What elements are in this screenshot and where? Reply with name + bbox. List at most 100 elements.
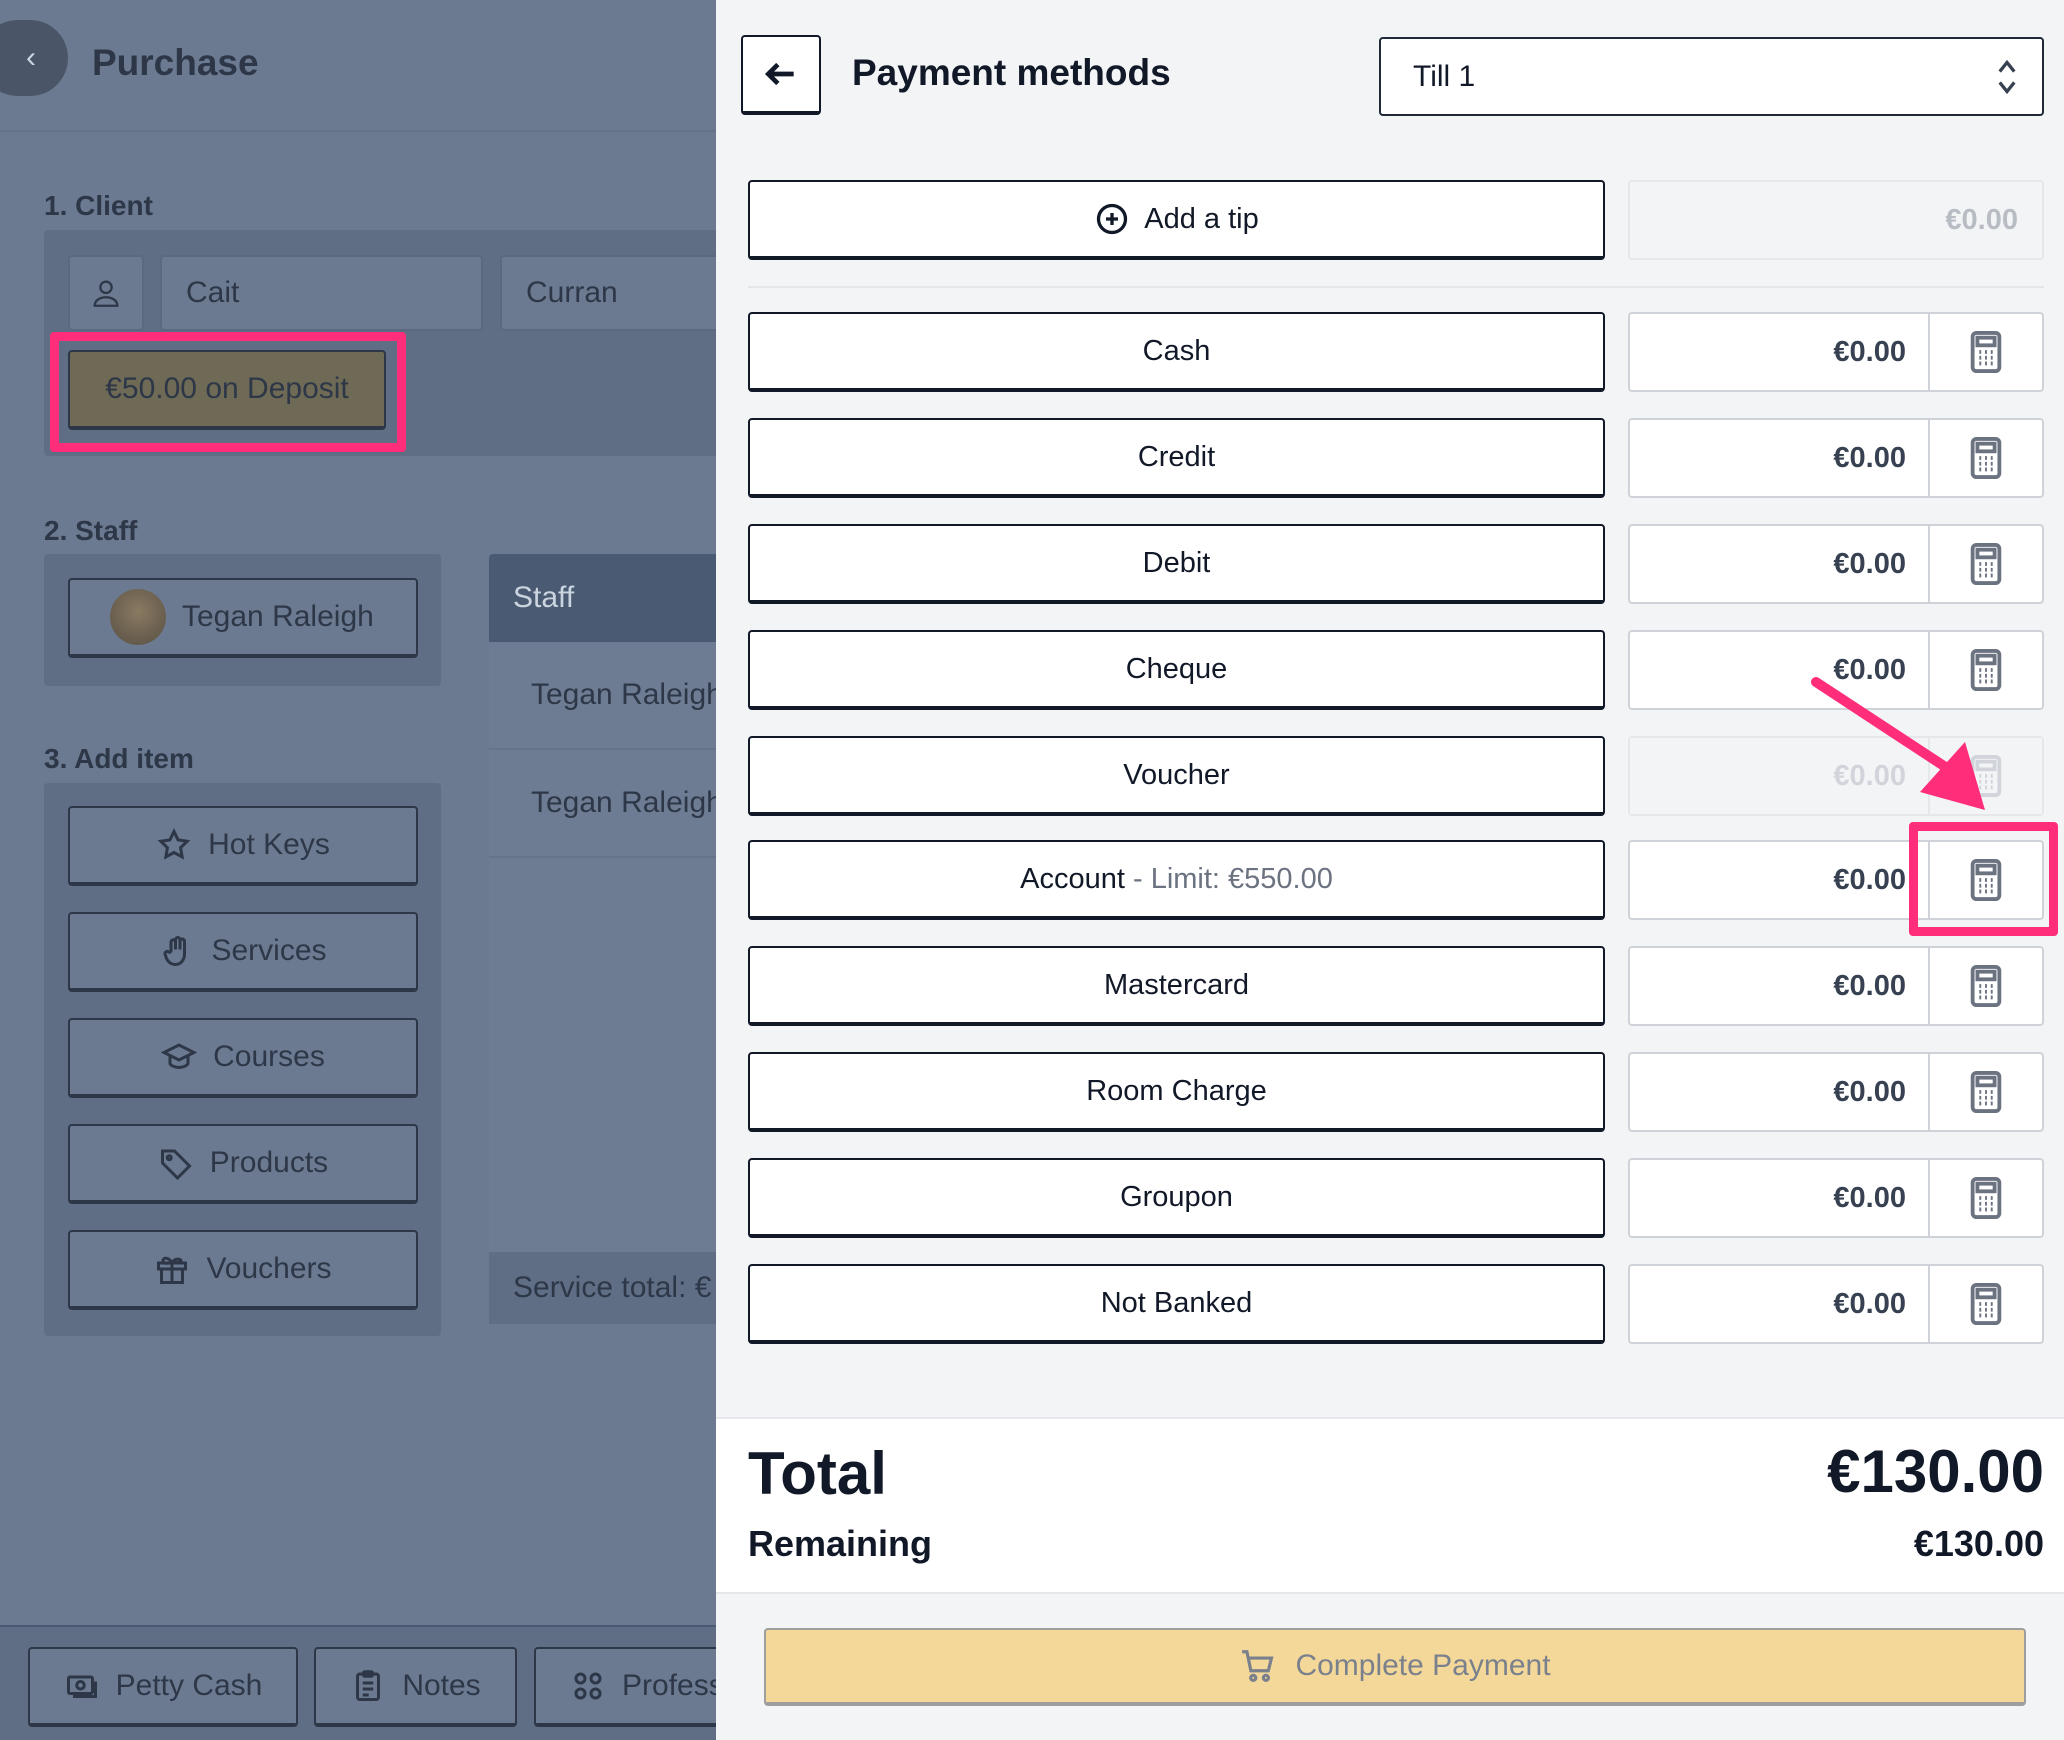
courses-label: Courses <box>213 1040 325 1073</box>
petty-cash-button[interactable]: Petty Cash <box>28 1647 298 1727</box>
cash-icon <box>66 1675 97 1698</box>
totals-section: Total €130.00 Remaining €130.00 <box>716 1417 2064 1594</box>
amount-input[interactable]: €0.00 <box>1630 314 1930 390</box>
calculator-icon <box>1970 331 2002 373</box>
remaining-label: Remaining <box>748 1523 933 1564</box>
purchase-title: Purchase <box>92 42 259 83</box>
notes-button[interactable]: Notes <box>314 1647 517 1727</box>
client-last-name[interactable]: Curran <box>500 255 716 331</box>
amount-input[interactable]: €0.00 <box>1630 1054 1930 1130</box>
products-button[interactable]: Products <box>68 1124 418 1204</box>
payment-method-mastercard-button[interactable]: Mastercard <box>748 946 1605 1026</box>
products-label: Products <box>209 1146 329 1179</box>
payment-method-debit-button[interactable]: Debit <box>748 524 1605 604</box>
calculator-highlight <box>1909 822 2058 936</box>
service-total: Service total: € <box>489 1252 716 1324</box>
deposit-highlight <box>50 332 406 452</box>
chevron-left-icon: ‹ <box>26 41 36 74</box>
payment-methods-panel: Payment methods Till 1 Add a tip €0.00 C… <box>716 0 2064 1740</box>
calculator-button[interactable] <box>1928 948 2042 1024</box>
calculator-button[interactable] <box>1928 526 2042 602</box>
calculator-icon <box>1970 437 2002 479</box>
payment-method-room-charge-button[interactable]: Room Charge <box>748 1052 1605 1132</box>
till-select[interactable]: Till 1 <box>1379 37 2044 116</box>
clipboard-icon <box>356 1670 381 1701</box>
gift-icon <box>157 1256 188 1284</box>
hand-icon <box>163 936 187 967</box>
payment-method-account-button[interactable]: Account - Limit: €550.00 <box>748 840 1605 920</box>
calculator-button[interactable] <box>1928 420 2042 496</box>
complete-payment-button[interactable]: Complete Payment <box>764 1628 2026 1706</box>
payment-method-label: Credit <box>1137 440 1216 473</box>
annotation-arrow-icon <box>1811 677 1985 810</box>
payment-amount-groupon[interactable]: €0.00 <box>1628 1158 2044 1238</box>
payment-method-credit-button[interactable]: Credit <box>748 418 1605 498</box>
account-separator: - <box>1124 862 1151 895</box>
calculator-icon <box>1970 965 2002 1007</box>
amount-input[interactable]: €0.00 <box>1630 948 1930 1024</box>
professional-button[interactable]: Profess <box>534 1647 716 1727</box>
services-label: Services <box>211 934 327 967</box>
payment-method-voucher-button[interactable]: Voucher <box>748 736 1605 816</box>
amount-input[interactable]: €0.00 <box>1630 1266 1930 1342</box>
amount-input[interactable]: €0.00 <box>1630 526 1930 602</box>
tag-icon <box>160 1149 192 1181</box>
purchase-footer: Petty Cash Notes Profess <box>0 1625 716 1740</box>
staff-selected-button[interactable]: Tegan Raleigh <box>68 578 418 658</box>
graduation-cap-icon <box>161 1043 198 1070</box>
payment-method-cheque-button[interactable]: Cheque <box>748 630 1605 710</box>
amount-input[interactable]: €0.00 <box>1630 420 1930 496</box>
client-first-name[interactable]: Cait <box>160 255 483 331</box>
payment-amount-room-charge[interactable]: €0.00 <box>1628 1052 2044 1132</box>
cart-icon <box>1242 1650 1274 1682</box>
calculator-icon <box>1970 543 2002 585</box>
add-tip-label: Add a tip <box>1144 202 1259 235</box>
vouchers-label: Vouchers <box>206 1252 332 1285</box>
staff-table: Staff Tegan Raleigh Tegan Raleigh Servic… <box>489 554 716 1324</box>
hot-keys-label: Hot Keys <box>208 828 330 861</box>
add-tip-button[interactable]: Add a tip <box>748 180 1605 260</box>
payment-amount-not-banked[interactable]: €0.00 <box>1628 1264 2044 1344</box>
payment-methods-title: Payment methods <box>852 52 1171 93</box>
table-row[interactable]: Tegan Raleigh <box>489 750 716 858</box>
notes-label: Notes <box>402 1669 481 1702</box>
purchase-topbar: ‹ Purchase <box>0 0 716 132</box>
purchase-page: ‹ Purchase 1. Client Cait Curran €50.00 … <box>0 0 716 1740</box>
payment-amount-credit[interactable]: €0.00 <box>1628 418 2044 498</box>
calculator-button[interactable] <box>1928 314 2042 390</box>
client-section-label: 1. Client <box>44 190 153 221</box>
payment-amount-mastercard[interactable]: €0.00 <box>1628 946 2044 1026</box>
payment-method-label: Cash <box>1142 334 1211 367</box>
payment-method-groupon-button[interactable]: Groupon <box>748 1158 1605 1238</box>
calculator-icon <box>1970 1283 2002 1325</box>
total-label: Total <box>748 1440 887 1507</box>
tip-amount-field: €0.00 <box>1628 180 2044 260</box>
petty-cash-label: Petty Cash <box>115 1669 263 1702</box>
amount-input[interactable]: €0.00 <box>1630 1160 1930 1236</box>
payment-amount-cash[interactable]: €0.00 <box>1628 312 2044 392</box>
payment-method-label: Debit <box>1142 546 1211 579</box>
amount-input[interactable]: €0.00 <box>1630 842 1930 918</box>
payment-method-cash-button[interactable]: Cash <box>748 312 1605 392</box>
hot-keys-button[interactable]: Hot Keys <box>68 806 418 886</box>
add-item-section-label: 3. Add item <box>44 743 194 774</box>
payment-amount-debit[interactable]: €0.00 <box>1628 524 2044 604</box>
calculator-icon <box>1970 1071 2002 1113</box>
services-button[interactable]: Services <box>68 912 418 992</box>
courses-button[interactable]: Courses <box>68 1018 418 1098</box>
calculator-button[interactable] <box>1928 1054 2042 1130</box>
payment-method-not-banked-button[interactable]: Not Banked <box>748 1264 1605 1344</box>
payment-back-button[interactable] <box>741 35 821 115</box>
arrow-left-icon <box>764 62 794 86</box>
table-row[interactable]: Tegan Raleigh <box>489 642 716 750</box>
purchase-back-button[interactable]: ‹ <box>0 20 68 96</box>
client-icon-button[interactable] <box>68 255 144 331</box>
user-icon <box>93 280 119 307</box>
plus-circle-icon <box>1097 203 1128 235</box>
calculator-button[interactable] <box>1928 1160 2042 1236</box>
payment-method-label: Mastercard <box>1103 968 1250 1001</box>
payment-method-label: Groupon <box>1120 1180 1233 1213</box>
payment-method-label: Account <box>1020 862 1125 895</box>
calculator-button[interactable] <box>1928 1266 2042 1342</box>
vouchers-button[interactable]: Vouchers <box>68 1230 418 1310</box>
